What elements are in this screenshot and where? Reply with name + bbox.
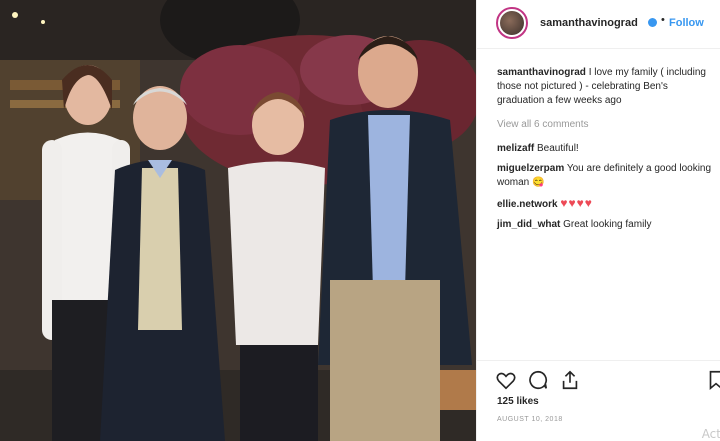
post-header: samanthavinograd • Follow [477, 0, 720, 49]
post-photo[interactable] [0, 0, 476, 441]
comment-item: jim_did_what Great looking family [497, 218, 713, 232]
likes-count[interactable]: 125 likes [497, 396, 539, 407]
comment-username[interactable]: melizaff [497, 143, 534, 154]
watermark-text: Act [701, 427, 720, 441]
comment-username[interactable]: ellie.network [497, 199, 558, 210]
comment-text: Beautiful! [537, 143, 579, 154]
avatar-image [500, 11, 524, 35]
post-side-panel: samanthavinograd • Follow samanthavinogr… [476, 0, 720, 441]
family-photo-illustration [0, 0, 476, 441]
view-all-comments-link[interactable]: View all 6 comments [497, 118, 713, 132]
comment-username[interactable]: miguelzerpam [497, 163, 564, 174]
comment-username[interactable]: jim_did_what [497, 219, 560, 230]
caption: samanthavinograd I love my family ( incl… [497, 66, 713, 108]
header-separator: • [661, 14, 665, 26]
avatar[interactable] [496, 7, 528, 39]
post-username[interactable]: samanthavinograd [540, 17, 638, 29]
verified-badge-icon [648, 18, 657, 27]
caption-username[interactable]: samanthavinograd [497, 67, 586, 78]
share-icon[interactable] [559, 369, 581, 391]
comment-hearts: ♥♥♥♥ [560, 196, 593, 210]
post-date: AUGUST 10, 2018 [497, 416, 563, 423]
comment-text: Great looking family [563, 219, 652, 230]
post-actions: 125 likes AUGUST 10, 2018 [477, 360, 720, 441]
comment-icon[interactable] [527, 369, 549, 391]
comment-item: melizaff Beautiful! [497, 142, 713, 156]
bookmark-icon[interactable] [705, 369, 720, 391]
heart-icon[interactable] [495, 369, 517, 391]
comment-item: ellie.network ♥♥♥♥ [497, 196, 713, 212]
follow-button[interactable]: Follow [669, 17, 704, 29]
comment-item: miguelzerpam You are definitely a good l… [497, 162, 713, 190]
comments-section: samanthavinograd I love my family ( incl… [497, 66, 713, 238]
